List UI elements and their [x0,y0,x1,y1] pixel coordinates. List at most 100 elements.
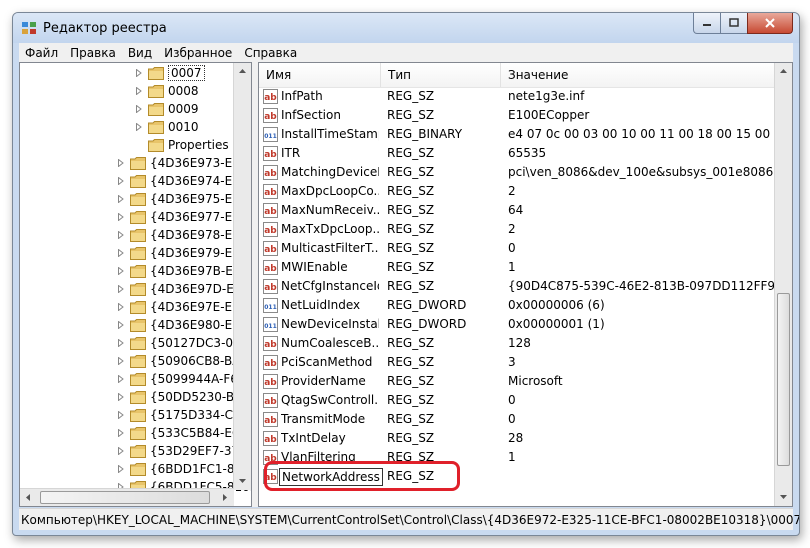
expand-arrow-icon[interactable] [116,410,126,420]
value-row[interactable]: 011 InstallTimeStamp REG_BINARY e4 07 0c 00… [259,125,776,144]
tree-item[interactable]: {4D36E97D-E325-11C [116,280,251,298]
tree-horizontal-scrollbar[interactable] [20,488,234,506]
expand-arrow-icon[interactable] [116,338,126,348]
string-value-icon: ab [263,374,278,389]
maximize-button[interactable] [720,13,748,34]
tree-item[interactable]: {50906CB8-BA12-11 [116,352,251,370]
value-row[interactable]: ab MatchingDeviceId REG_SZ pci\ven_8086&dev… [259,163,776,182]
expand-arrow-icon[interactable] [116,158,126,168]
tree-item[interactable]: {4D36E97E-E325-11C [116,298,251,316]
expand-arrow-icon[interactable] [134,104,144,114]
tree-item[interactable]: {4D36E979-E325-11C [116,244,251,262]
expand-arrow-icon[interactable] [134,122,144,132]
tree-item[interactable]: {6BDD1FC1-810F-11 [116,460,251,478]
minimize-button[interactable] [693,13,721,34]
value-row[interactable]: ab QtagSwControll... REG_SZ 0 [259,391,776,410]
column-header-name[interactable]: Имя [259,63,381,87]
value-data: 28 [508,431,524,445]
value-row[interactable]: ab ITR REG_SZ 65535 [259,144,776,163]
close-icon [765,18,775,28]
tree-scroll-up-button[interactable] [234,63,251,80]
expand-arrow-icon[interactable] [116,176,126,186]
tree-item[interactable]: 0009 [134,100,199,118]
expand-arrow-icon[interactable] [116,446,126,456]
tree-scroll-right-button[interactable] [217,489,234,506]
tree-horizontal-scroll-thumb[interactable] [40,491,210,504]
tree-item[interactable]: {4D36E973-E325-11C [116,154,251,172]
tree-item[interactable]: {4D36E97B-E325-11C [116,262,251,280]
value-row[interactable]: ab PciScanMethod REG_SZ 3 [259,353,776,372]
tree-item[interactable]: {533C5B84-EC70-11 [116,424,251,442]
tree-item[interactable]: {4D36E978-E325-11C [116,226,251,244]
value-row[interactable]: ab NetCfgInstanceId REG_SZ {90D4C875-539C-4… [259,277,776,296]
column-header-data[interactable]: Значение [501,63,776,87]
expand-arrow-icon[interactable] [116,302,126,312]
menu-file[interactable]: Файл [19,46,64,60]
tree-item[interactable]: 0010 [134,118,199,136]
tree-item[interactable]: {50DD5230-BA8A-11 [116,388,251,406]
tree-item[interactable]: {53D29EF7-377C-4D [116,442,251,460]
menu-view[interactable]: Вид [122,46,158,60]
tree-item[interactable]: 0007 [134,64,205,82]
expand-arrow-icon[interactable] [116,248,126,258]
expand-arrow-icon[interactable] [116,194,126,204]
column-header-type[interactable]: Тип [381,63,501,87]
value-row[interactable]: 011 NewDeviceInstall REG_DWORD 0x00000001 (… [259,315,776,334]
expand-arrow-icon[interactable] [116,230,126,240]
tree-item[interactable]: {4D36E980-E325-11C [116,316,251,334]
value-row[interactable]: ab MaxTxDpcLoop... REG_SZ 2 [259,220,776,239]
expand-arrow-icon[interactable] [116,266,126,276]
tree-scroll-down-button[interactable] [234,473,251,490]
value-row[interactable]: ab MaxNumReceiv... REG_SZ 64 [259,201,776,220]
list-vertical-scrollbar[interactable] [774,63,792,506]
list-scroll-up-button[interactable] [775,63,792,80]
tree-item[interactable]: {5175D334-C371-480 [116,406,251,424]
tree-item[interactable]: 0008 [134,82,199,100]
value-row[interactable]: ab InfPath REG_SZ nete1g3e.inf [259,87,776,106]
expand-arrow-icon[interactable] [134,86,144,96]
tree-item[interactable]: {4D36E977-E325-11C [116,208,251,226]
menu-bar: Файл Правка Вид Избранное Справка [19,43,793,62]
value-row[interactable]: ab MWIEnable REG_SZ 1 [259,258,776,277]
expand-arrow-icon[interactable] [116,356,126,366]
value-row[interactable]: ab InfSection REG_SZ E100ECopper [259,106,776,125]
expand-arrow-icon[interactable] [134,68,144,78]
key-tree-pane[interactable]: 0007 0008 0009 0010 Properties {4D36E973-E325… [19,62,252,507]
expand-arrow-icon[interactable] [116,464,126,474]
tree-item[interactable]: {5099944A-F6B9-405 [116,370,251,388]
expand-arrow-icon[interactable] [116,392,126,402]
tree-item[interactable]: {50127DC3-0F36-415 [116,334,251,352]
value-name: ProviderName [281,374,366,388]
value-type: REG_DWORD [387,298,467,312]
value-row[interactable]: 011 NetLuidIndex REG_DWORD 0x00000006 (6) [259,296,776,315]
tree-item-label: 0010 [168,120,199,134]
values-list-pane[interactable]: Имя Тип Значение ab InfPath REG_SZ nete1g3e… [258,62,793,507]
value-row[interactable]: ab ProviderName REG_SZ Microsoft [259,372,776,391]
close-button[interactable] [747,13,793,34]
title-bar[interactable]: Редактор реестра [13,13,799,43]
tree-vertical-scrollbar[interactable] [233,63,251,490]
value-row[interactable]: ab MaxDpcLoopCo... REG_SZ 2 [259,182,776,201]
value-type: REG_SZ [387,241,435,255]
expand-arrow-icon[interactable] [116,320,126,330]
expand-arrow-icon[interactable] [116,428,126,438]
list-scroll-down-button[interactable] [775,489,792,506]
value-row[interactable]: ab TransmitMode REG_SZ 0 [259,410,776,429]
expand-arrow-icon[interactable] [134,140,144,150]
tree-item[interactable]: Properties [134,136,229,154]
tree-item[interactable]: {4D36E974-E325-11C [116,172,251,190]
tree-item[interactable]: {4D36E975-E325-11C [116,190,251,208]
value-data: 0 [508,412,516,426]
client-area: 000700080009 0010 Properties{4D36E973-E325… [19,62,793,507]
value-row[interactable]: ab TxIntDelay REG_SZ 28 [259,429,776,448]
expand-arrow-icon[interactable] [116,212,126,222]
value-row[interactable]: ab NumCoalesceB... REG_SZ 128 [259,334,776,353]
value-row[interactable]: ab MulticastFilterT... REG_SZ 0 [259,239,776,258]
expand-arrow-icon[interactable] [116,374,126,384]
tree-scroll-left-button[interactable] [20,489,37,506]
menu-help[interactable]: Справка [238,46,303,60]
expand-arrow-icon[interactable] [116,284,126,294]
menu-edit[interactable]: Правка [64,46,122,60]
list-vertical-scroll-thumb[interactable] [777,293,790,466]
menu-favorites[interactable]: Избранное [158,46,238,60]
